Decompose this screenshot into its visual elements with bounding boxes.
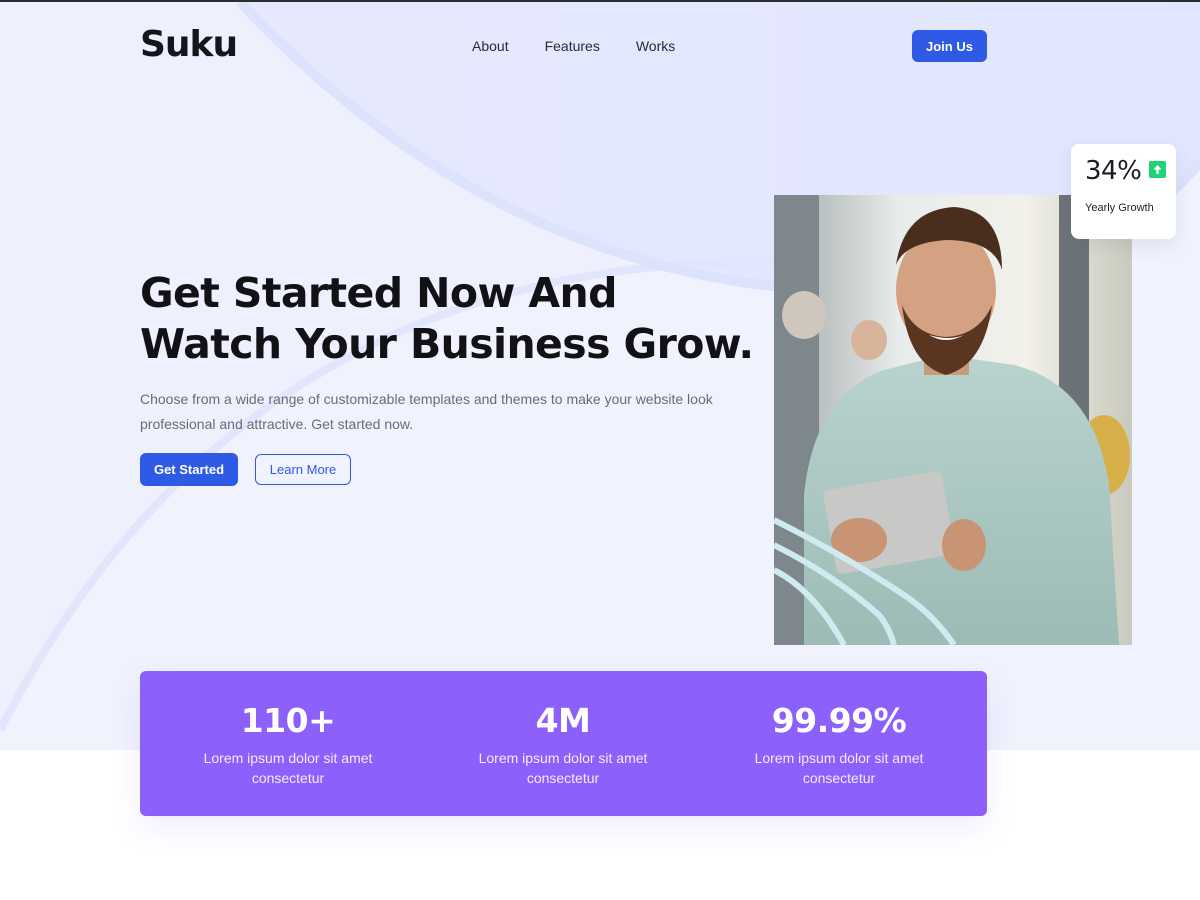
arrow-up-icon [1149,161,1166,178]
nav-item-works[interactable]: Works [636,38,675,54]
hero-headline: Get Started Now And Watch Your Business … [140,269,754,368]
growth-label: Yearly Growth [1085,202,1154,214]
nav-item-features[interactable]: Features [545,38,600,54]
stat-description: Lorem ipsum dolor sit amet consectetur [754,750,924,786]
growth-value: 34% [1085,156,1142,186]
main-nav: About Features Works [472,38,675,54]
learn-more-button[interactable]: Learn More [255,454,351,485]
hero-subtext: Choose from a wide range of customizable… [140,391,713,432]
stat-item: 4M Lorem ipsum dolor sit amet consectetu… [433,671,693,788]
yearly-growth-card: 34% Yearly Growth [1071,144,1176,239]
stat-description: Lorem ipsum dolor sit amet consectetur [203,750,373,786]
stat-item: 99.99% Lorem ipsum dolor sit amet consec… [709,671,969,788]
stat-value: 110+ [240,701,336,740]
nav-item-about[interactable]: About [472,38,509,54]
get-started-button[interactable]: Get Started [140,453,238,486]
stat-value: 4M [535,701,591,740]
hero-photo [774,195,1132,645]
stat-item: 110+ Lorem ipsum dolor sit amet consecte… [158,671,418,788]
join-us-button[interactable]: Join Us [912,30,987,62]
stat-description: Lorem ipsum dolor sit amet consectetur [478,750,648,786]
brand-logo[interactable]: Suku [140,24,238,65]
stat-value: 99.99% [771,701,907,740]
stats-banner: 110+ Lorem ipsum dolor sit amet consecte… [140,671,987,816]
